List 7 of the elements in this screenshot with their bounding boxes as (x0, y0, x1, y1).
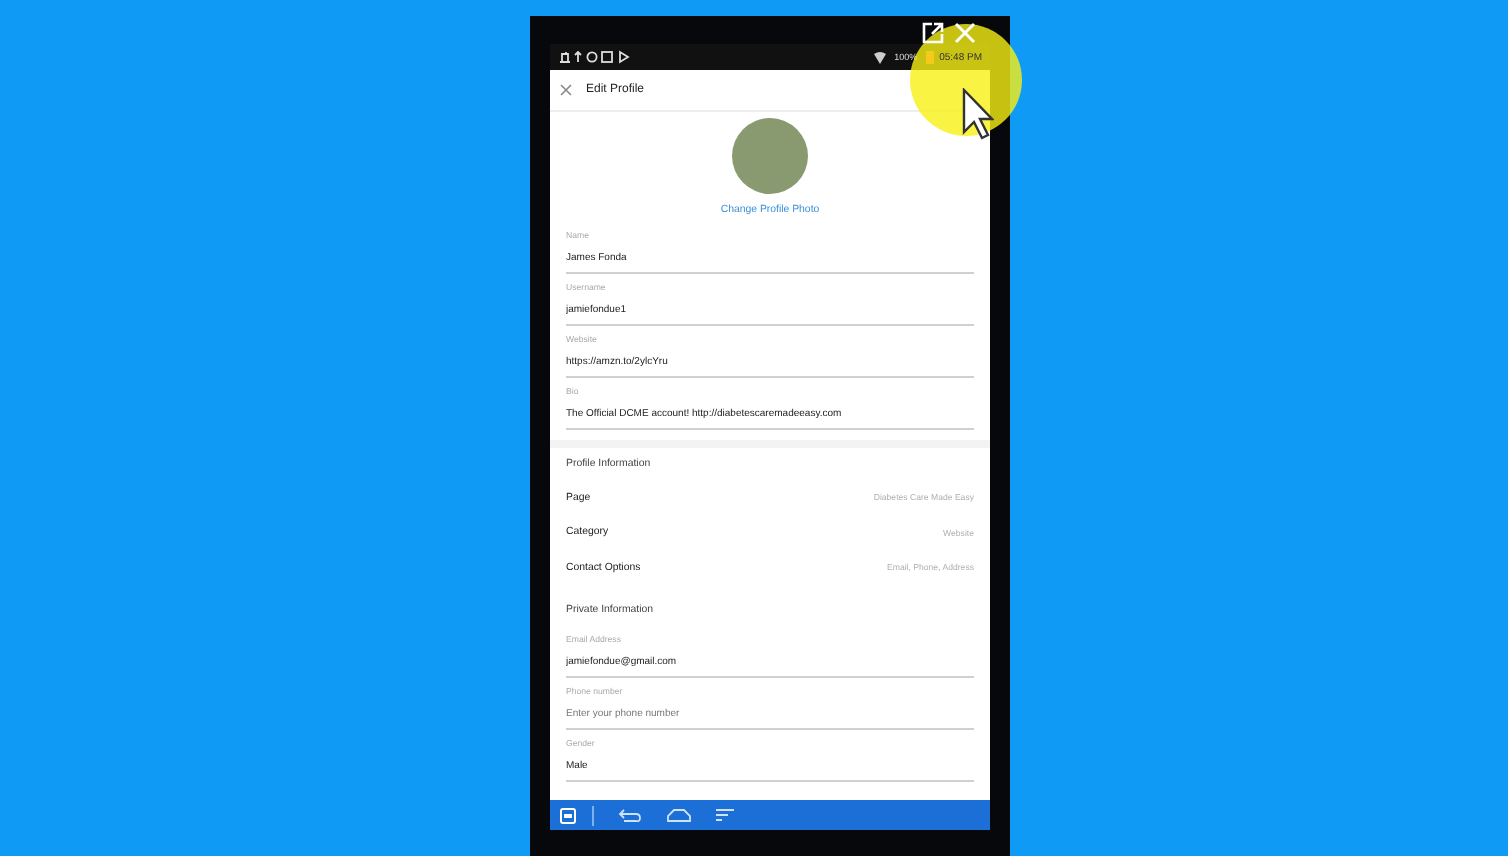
app-switch-icon[interactable] (560, 807, 576, 823)
home-icon[interactable] (665, 808, 692, 822)
external-link-icon[interactable] (922, 22, 944, 44)
photo-placeholder[interactable] (732, 118, 808, 194)
recent-apps-icon[interactable] (715, 808, 734, 822)
back-icon[interactable] (617, 808, 642, 822)
wifi-icon (874, 51, 887, 63)
